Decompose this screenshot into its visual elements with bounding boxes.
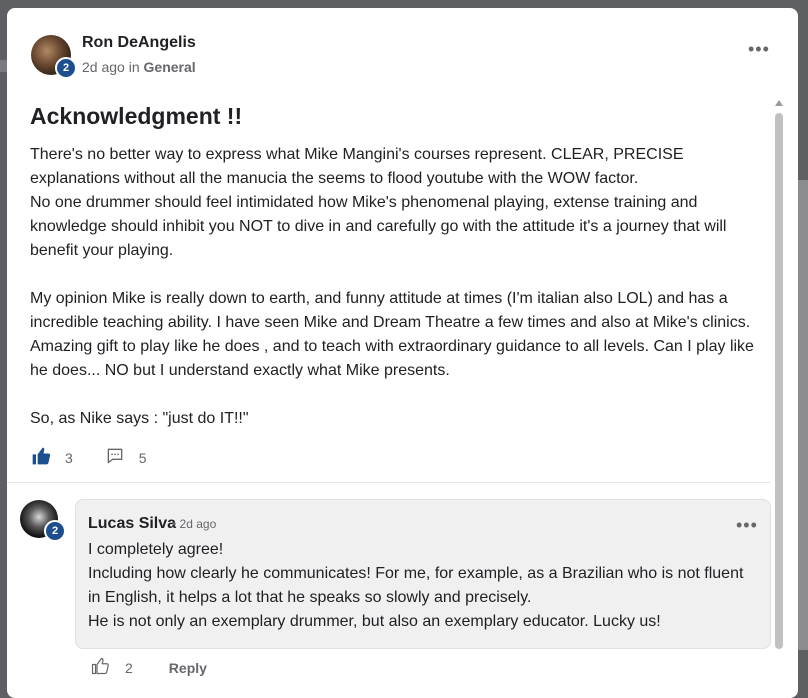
comment-reply-button[interactable]: Reply xyxy=(169,660,207,676)
thumbs-up-filled-icon xyxy=(31,446,51,471)
post-body: There's no better way to express what Mi… xyxy=(30,143,765,431)
thumbs-up-outline-icon xyxy=(91,657,109,680)
post-paragraph: There's no better way to express what Mi… xyxy=(30,146,727,259)
post-meta: 2d ago in General xyxy=(82,59,196,75)
post-more-menu-button[interactable]: ••• xyxy=(748,40,770,58)
modal-scrollbar[interactable] xyxy=(773,100,785,650)
post-paragraph: So, as Nike says : "just do IT!!" xyxy=(30,410,249,427)
comment-body: I completely agree! Including how clearl… xyxy=(88,538,758,634)
comment-like-count: 2 xyxy=(125,660,133,676)
post-category-link[interactable]: General xyxy=(144,59,196,75)
more-dots-icon: ••• xyxy=(748,39,770,59)
post-actions: 3 5 xyxy=(31,446,147,470)
comment-time: • 2d ago xyxy=(172,517,217,531)
scrollbar-thumb[interactable] xyxy=(775,113,783,649)
comment-line: I completely agree! xyxy=(88,541,224,558)
post-time: 2d ago xyxy=(82,59,125,75)
comment-more-menu-button[interactable]: ••• xyxy=(736,516,758,534)
comment-bubble: Lucas Silva • 2d ago ••• I completely ag… xyxy=(75,499,771,649)
comment-bubble-icon xyxy=(105,446,125,471)
comment-like-button[interactable]: 2 xyxy=(91,657,133,680)
post-title: Acknowledgment !! xyxy=(30,103,243,129)
section-divider xyxy=(7,482,770,483)
post-author-name[interactable]: Ron DeAngelis xyxy=(82,34,196,52)
comment-actions: 2 Reply xyxy=(91,657,207,679)
post-paragraph: My opinion Mike is really down to earth,… xyxy=(30,290,754,379)
commenter-level-badge: 2 xyxy=(44,520,66,542)
post-like-button[interactable]: 3 xyxy=(31,446,73,471)
post-like-count: 3 xyxy=(65,450,73,466)
comment-line: Including how clearly he communicates! F… xyxy=(88,565,744,606)
post-comment-count: 5 xyxy=(138,450,147,466)
comment-author-name[interactable]: Lucas Silva xyxy=(88,515,176,533)
post-in-label: in xyxy=(128,59,140,75)
scroll-up-arrow-icon[interactable] xyxy=(775,100,783,106)
post-comment-button[interactable]: 5 xyxy=(105,446,147,471)
author-level-badge: 2 xyxy=(55,57,77,79)
more-dots-icon: ••• xyxy=(736,515,758,535)
background-app-edge-right xyxy=(798,180,808,650)
comment-line: He is not only an exemplary drummer, but… xyxy=(88,613,661,630)
post-modal: 2 Ron DeAngelis 2d ago in General ••• Ac… xyxy=(7,8,798,698)
